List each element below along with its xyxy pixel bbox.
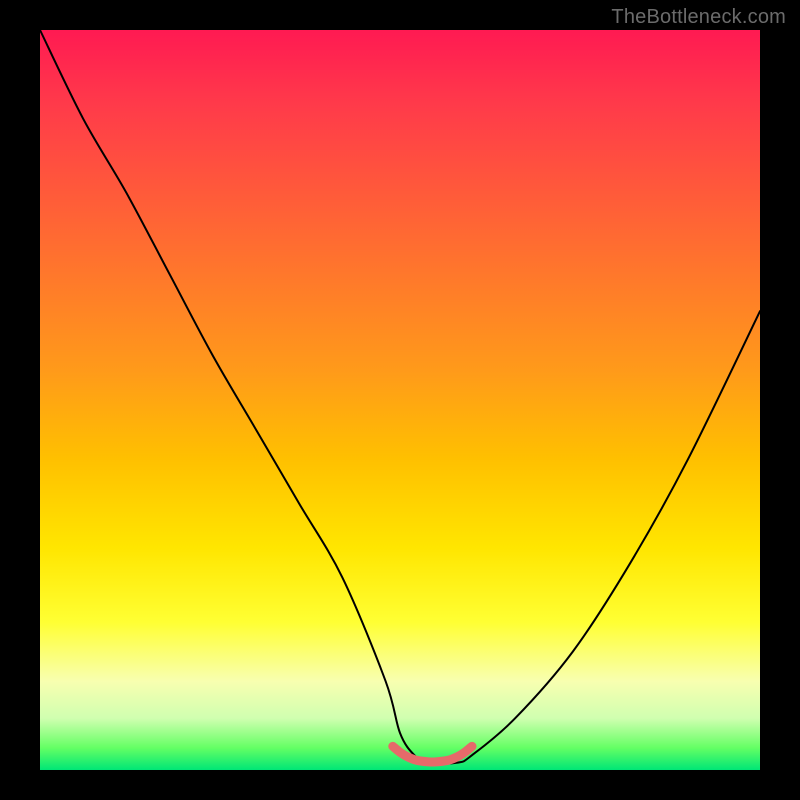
valley-marker: [393, 746, 472, 762]
curve-svg: [40, 30, 760, 770]
watermark-label: TheBottleneck.com: [611, 6, 786, 29]
chart-frame: TheBottleneck.com: [0, 0, 800, 800]
plot-area: [40, 30, 760, 770]
bottleneck-curve: [40, 30, 760, 764]
